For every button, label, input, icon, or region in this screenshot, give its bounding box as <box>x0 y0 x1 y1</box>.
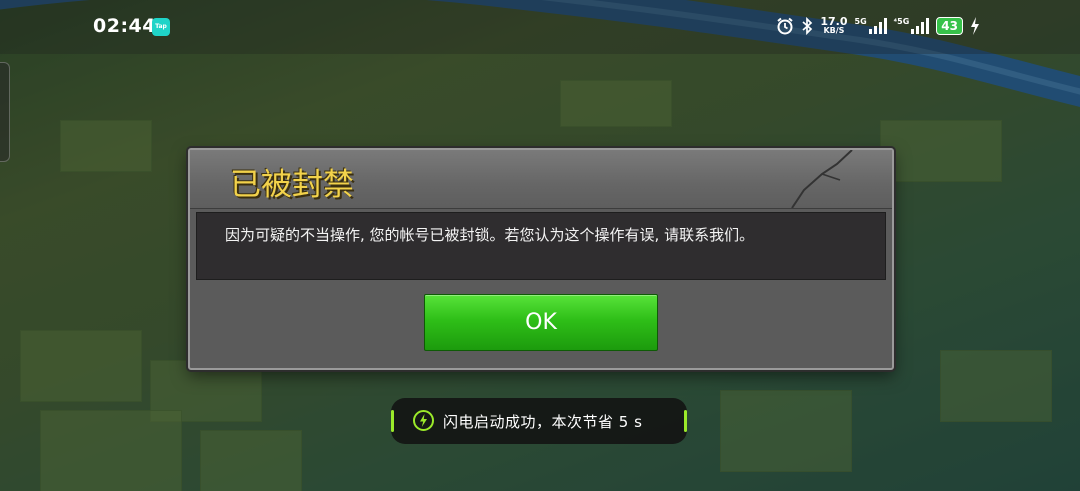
ok-button[interactable]: OK <box>424 294 658 351</box>
dialog-header: 已被封禁 <box>190 150 892 209</box>
toast-message: 闪电启动成功，本次节省 5 s <box>443 413 643 431</box>
lightning-icon <box>413 410 434 431</box>
ban-dialog: 已被封禁 因为可疑的不当操作, 您的帐号已被封锁。若您认为这个操作有误, 请联系… <box>188 148 894 370</box>
battery-level: 43 <box>936 16 963 35</box>
dialog-title: 已被封禁 <box>230 167 354 203</box>
signal-bars-icon <box>911 17 930 34</box>
sim2-signal: ⁴5G <box>894 17 930 34</box>
network-speed: 17.0 KB/S <box>820 15 848 35</box>
charging-bolt-icon <box>971 16 979 35</box>
signal-bars-icon <box>868 17 887 34</box>
status-bar: 02:44 Tap 17.0 KB/S 5G ⁴5G 43 <box>0 0 1080 54</box>
alarm-icon <box>777 17 794 34</box>
flash-launch-toast: 闪电启动成功，本次节省 5 s <box>391 398 687 444</box>
dialog-body: 因为可疑的不当操作, 您的帐号已被封锁。若您认为这个操作有误, 请联系我们。 <box>196 212 886 280</box>
taptap-notification-icon: Tap <box>152 18 170 36</box>
sim1-signal: 5G <box>855 17 887 34</box>
bluetooth-icon <box>802 16 813 35</box>
dialog-message: 因为可疑的不当操作, 您的帐号已被封锁。若您认为这个操作有误, 请联系我们。 <box>225 226 755 244</box>
clock: 02:44 <box>93 15 156 37</box>
crack-decoration <box>791 150 853 208</box>
status-icons: 17.0 KB/S 5G ⁴5G 43 <box>776 16 980 35</box>
side-drawer-handle[interactable] <box>0 62 10 162</box>
